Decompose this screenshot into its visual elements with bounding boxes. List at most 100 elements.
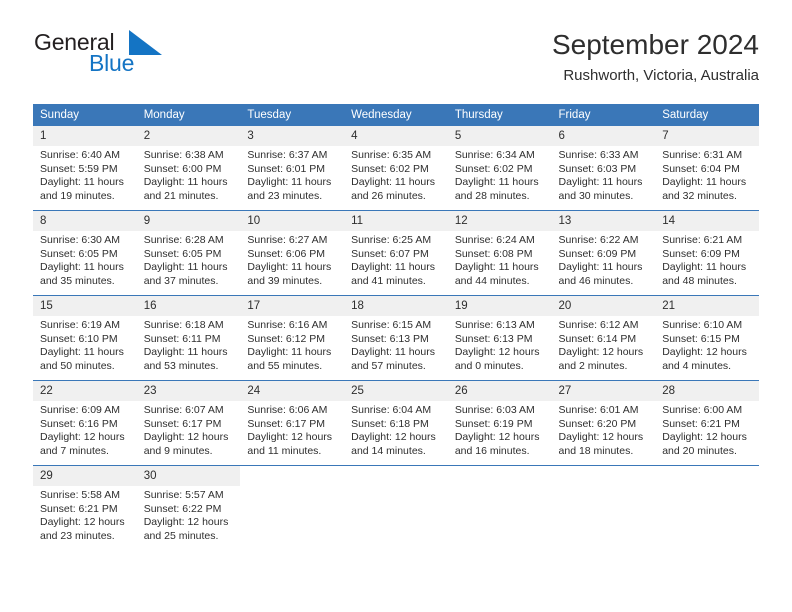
day-cell-body: 4 Sunrise: 6:35 AM Sunset: 6:02 PM Daylight…: [344, 126, 448, 210]
sunset-text: Sunset: 6:03 PM: [558, 162, 637, 175]
day-cell-body: 6 Sunrise: 6:33 AM Sunset: 6:03 PM Daylight…: [551, 126, 656, 210]
sunrise-text: Sunrise: 6:28 AM: [143, 234, 224, 246]
day-cell-body: [552, 466, 656, 550]
daylight-text: Daylight: 12 hours and 2 minutes.: [558, 346, 644, 372]
calendar-body: 1 Sunrise: 6:40 AM Sunset: 5:59 PM Daylight…: [33, 126, 759, 550]
calendar-day-cell[interactable]: 16 Sunrise: 6:18 AM Sunset: 6:11 PM Dayligh…: [136, 295, 241, 381]
day-number: 23: [136, 381, 241, 401]
day-cell-body: 25 Sunrise: 6:04 AM Sunset: 6:18 PM Dayligh…: [344, 381, 448, 465]
calendar-week-row: 29 Sunrise: 5:58 AM Sunset: 6:21 PM Dayligh…: [33, 465, 759, 550]
calendar-day-cell[interactable]: 12 Sunrise: 6:24 AM Sunset: 6:08 PM Dayligh…: [447, 210, 552, 296]
calendar-day-cell[interactable]: 8 Sunrise: 6:30 AM Sunset: 6:05 PM Daylight…: [33, 210, 137, 296]
calendar-day-cell[interactable]: 26 Sunrise: 6:03 AM Sunset: 6:19 PM Dayligh…: [447, 380, 552, 466]
calendar-day-cell[interactable]: 23 Sunrise: 6:07 AM Sunset: 6:17 PM Dayligh…: [136, 380, 241, 466]
daylight-text: Daylight: 11 hours and 21 minutes.: [143, 176, 228, 202]
day-cell-body: 30 Sunrise: 5:57 AM Sunset: 6:22 PM Dayligh…: [136, 466, 241, 550]
calendar-day-cell[interactable]: 2 Sunrise: 6:38 AM Sunset: 6:00 PM Daylight…: [136, 126, 241, 211]
sunrise-text: Sunrise: 6:16 AM: [247, 319, 328, 331]
day-sun-info: Sunrise: 5:58 AM Sunset: 6:21 PM Daylight:…: [33, 486, 137, 543]
sunrise-text: Sunrise: 6:12 AM: [558, 319, 639, 331]
calendar-week-row: 22 Sunrise: 6:09 AM Sunset: 6:16 PM Dayligh…: [33, 380, 759, 466]
calendar-day-cell[interactable]: 30 Sunrise: 5:57 AM Sunset: 6:22 PM Dayligh…: [136, 465, 241, 550]
page-header: General Blue September 2024 Rushworth, V…: [33, 28, 759, 94]
day-number: 28: [655, 381, 759, 401]
calendar-day-cell[interactable]: 13 Sunrise: 6:22 AM Sunset: 6:09 PM Dayligh…: [551, 210, 656, 296]
day-cell-body: [448, 466, 552, 550]
calendar-day-cell[interactable]: 28 Sunrise: 6:00 AM Sunset: 6:21 PM Dayligh…: [655, 380, 759, 466]
day-cell-body: 15 Sunrise: 6:19 AM Sunset: 6:10 PM Dayligh…: [33, 296, 137, 380]
day-sun-info: Sunrise: 6:38 AM Sunset: 6:00 PM Daylight:…: [137, 146, 241, 203]
title-block: September 2024 Rushworth, Victoria, Aust…: [552, 28, 759, 86]
day-number: 17: [240, 296, 345, 316]
day-number: 24: [240, 381, 345, 401]
day-number: 15: [33, 296, 137, 316]
day-number: 9: [136, 211, 241, 231]
calendar-day-cell[interactable]: 7 Sunrise: 6:31 AM Sunset: 6:04 PM Daylight…: [655, 126, 759, 211]
day-cell-body: 1 Sunrise: 6:40 AM Sunset: 5:59 PM Daylight…: [33, 126, 137, 210]
calendar-day-cell[interactable]: 14 Sunrise: 6:21 AM Sunset: 6:09 PM Dayligh…: [655, 210, 759, 296]
calendar-day-cell[interactable]: 17 Sunrise: 6:16 AM Sunset: 6:12 PM Dayligh…: [240, 295, 345, 381]
day-sun-info: Sunrise: 6:10 AM Sunset: 6:15 PM Daylight:…: [655, 316, 759, 373]
sunset-text: Sunset: 6:01 PM: [247, 162, 326, 175]
day-sun-info: Sunrise: 6:28 AM Sunset: 6:05 PM Daylight:…: [137, 231, 241, 288]
day-sun-info: Sunrise: 6:33 AM Sunset: 6:03 PM Daylight:…: [552, 146, 656, 203]
daylight-text: Daylight: 11 hours and 48 minutes.: [662, 261, 747, 287]
day-sun-info: Sunrise: 6:07 AM Sunset: 6:17 PM Daylight:…: [137, 401, 241, 458]
calendar-page: General Blue September 2024 Rushworth, V…: [0, 0, 792, 612]
day-cell-body: 5 Sunrise: 6:34 AM Sunset: 6:02 PM Daylight…: [447, 126, 552, 210]
day-sun-info: Sunrise: 6:27 AM Sunset: 6:06 PM Daylight:…: [240, 231, 344, 288]
calendar-day-cell[interactable]: 4 Sunrise: 6:35 AM Sunset: 6:02 PM Daylight…: [344, 126, 448, 211]
daylight-text: Daylight: 12 hours and 16 minutes.: [454, 431, 540, 457]
sunrise-text: Sunrise: 6:13 AM: [454, 319, 535, 331]
day-number: 25: [344, 381, 448, 401]
day-number: 14: [655, 211, 759, 231]
sunrise-text: Sunrise: 6:06 AM: [247, 404, 328, 416]
calendar-day-cell[interactable]: 22 Sunrise: 6:09 AM Sunset: 6:16 PM Dayligh…: [33, 380, 137, 466]
sunset-text: Sunset: 6:02 PM: [454, 162, 533, 175]
day-cell-body: 19 Sunrise: 6:13 AM Sunset: 6:13 PM Dayligh…: [447, 296, 552, 380]
calendar-day-cell[interactable]: 21 Sunrise: 6:10 AM Sunset: 6:15 PM Dayligh…: [655, 295, 759, 381]
day-sun-info: [344, 474, 448, 477]
day-sun-info: [655, 474, 759, 477]
calendar-day-cell[interactable]: 1 Sunrise: 6:40 AM Sunset: 5:59 PM Daylight…: [33, 126, 137, 211]
calendar-day-cell[interactable]: 6 Sunrise: 6:33 AM Sunset: 6:03 PM Daylight…: [551, 126, 656, 211]
day-cell-body: 16 Sunrise: 6:18 AM Sunset: 6:11 PM Dayligh…: [136, 296, 241, 380]
sunset-text: Sunset: 6:09 PM: [558, 247, 637, 260]
daylight-text: Daylight: 11 hours and 35 minutes.: [40, 261, 124, 287]
calendar-day-cell[interactable]: 10 Sunrise: 6:27 AM Sunset: 6:06 PM Dayligh…: [240, 210, 345, 296]
calendar-day-cell[interactable]: 19 Sunrise: 6:13 AM Sunset: 6:13 PM Dayligh…: [447, 295, 552, 381]
calendar-day-cell[interactable]: 24 Sunrise: 6:06 AM Sunset: 6:17 PM Dayligh…: [240, 380, 345, 466]
calendar-day-cell[interactable]: 20 Sunrise: 6:12 AM Sunset: 6:14 PM Dayligh…: [551, 295, 656, 381]
generalblue-logo[interactable]: General Blue: [33, 28, 233, 86]
day-sun-info: Sunrise: 6:16 AM Sunset: 6:12 PM Daylight:…: [240, 316, 344, 373]
calendar-day-cell[interactable]: 29 Sunrise: 5:58 AM Sunset: 6:21 PM Dayligh…: [33, 465, 137, 550]
day-cell-body: 29 Sunrise: 5:58 AM Sunset: 6:21 PM Dayligh…: [33, 466, 137, 550]
day-number: [448, 466, 552, 474]
calendar-day-cell[interactable]: 27 Sunrise: 6:01 AM Sunset: 6:20 PM Dayligh…: [551, 380, 656, 466]
day-cell-body: 18 Sunrise: 6:15 AM Sunset: 6:13 PM Dayligh…: [344, 296, 448, 380]
day-cell-body: 24 Sunrise: 6:06 AM Sunset: 6:17 PM Dayligh…: [240, 381, 345, 465]
sunset-text: Sunset: 6:13 PM: [351, 332, 429, 345]
daylight-text: Daylight: 11 hours and 30 minutes.: [558, 176, 643, 202]
day-cell-body: 13 Sunrise: 6:22 AM Sunset: 6:09 PM Dayligh…: [551, 211, 656, 295]
sunrise-text: Sunrise: 6:33 AM: [558, 149, 639, 161]
day-number: 13: [551, 211, 656, 231]
calendar-day-cell[interactable]: 3 Sunrise: 6:37 AM Sunset: 6:01 PM Daylight…: [240, 126, 345, 211]
sunset-text: Sunset: 6:09 PM: [662, 247, 740, 260]
day-number: 4: [344, 126, 448, 146]
day-number: 11: [344, 211, 448, 231]
day-sun-info: Sunrise: 6:22 AM Sunset: 6:09 PM Daylight:…: [552, 231, 656, 288]
daylight-text: Daylight: 12 hours and 14 minutes.: [351, 431, 436, 457]
calendar-day-cell[interactable]: 18 Sunrise: 6:15 AM Sunset: 6:13 PM Dayligh…: [344, 295, 448, 381]
day-cell-body: [344, 466, 448, 550]
calendar-day-cell[interactable]: 5 Sunrise: 6:34 AM Sunset: 6:02 PM Daylight…: [447, 126, 552, 211]
day-number: 10: [240, 211, 345, 231]
calendar-day-cell[interactable]: 11 Sunrise: 6:25 AM Sunset: 6:07 PM Dayligh…: [344, 210, 448, 296]
calendar-day-cell[interactable]: 25 Sunrise: 6:04 AM Sunset: 6:18 PM Dayligh…: [344, 380, 448, 466]
day-sun-info: Sunrise: 6:03 AM Sunset: 6:19 PM Daylight:…: [448, 401, 552, 458]
day-number: [655, 466, 759, 474]
sunrise-text: Sunrise: 6:30 AM: [40, 234, 120, 246]
sunrise-text: Sunrise: 6:01 AM: [558, 404, 639, 416]
calendar-day-cell[interactable]: 9 Sunrise: 6:28 AM Sunset: 6:05 PM Daylight…: [136, 210, 241, 296]
calendar-day-cell[interactable]: 15 Sunrise: 6:19 AM Sunset: 6:10 PM Dayligh…: [33, 295, 137, 381]
